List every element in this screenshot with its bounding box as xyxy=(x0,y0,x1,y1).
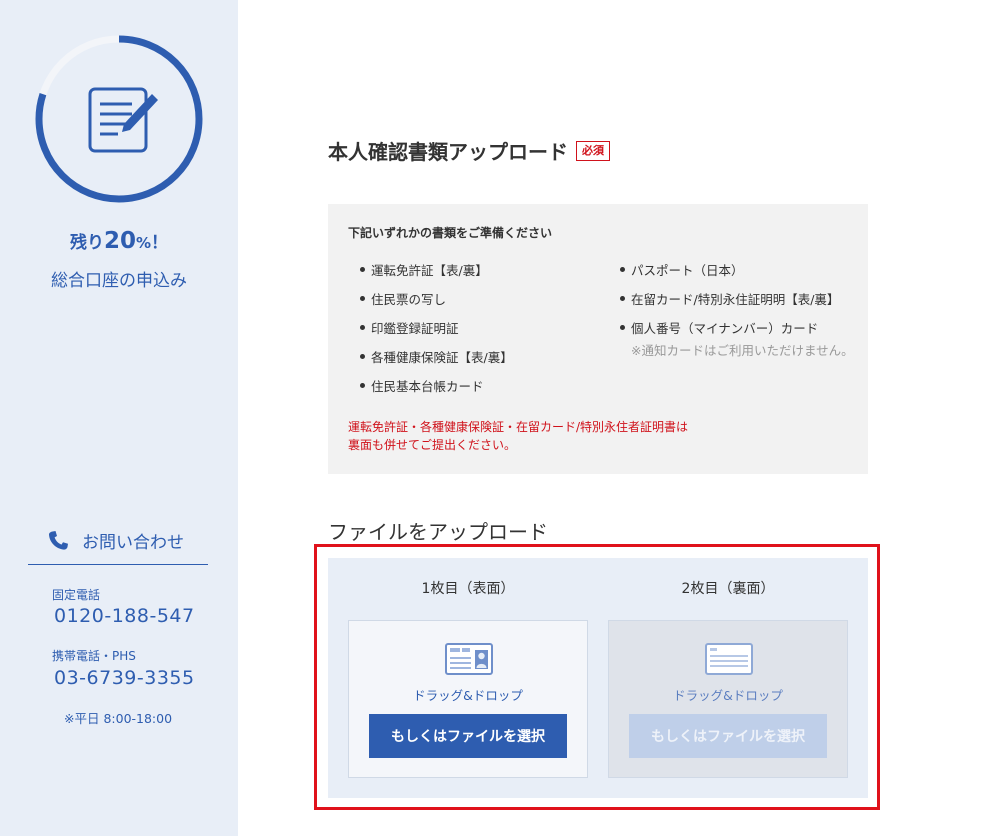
remain-value: 20 xyxy=(103,228,136,254)
mobile-label: 携帯電話・PHS xyxy=(52,649,136,663)
back-side-warning: 運転免許証・各種健康保険証・在留カード/特別永住者証明書は 裏面も併せてご提出く… xyxy=(348,418,688,454)
landline-number[interactable]: 0120-188-547 xyxy=(54,605,195,627)
list-item: パスポート（日本） xyxy=(618,260,854,289)
list-item: 各種健康保険証【表/裏】 xyxy=(358,347,513,376)
phone-icon xyxy=(48,530,68,550)
application-subtitle: 総合口座の申込み xyxy=(51,271,187,291)
list-item: 運転免許証【表/裏】 xyxy=(358,260,513,289)
front-side-label: 1枚目（表面） xyxy=(421,581,515,597)
remaining-progress: 残り20%！ xyxy=(0,228,238,254)
document-list-left: 運転免許証【表/裏】 住民票の写し 印鑑登録証明証 各種健康保険証【表/裏】 住… xyxy=(358,260,513,405)
warning-line-2: 裏面も併せてご提出ください。 xyxy=(348,438,517,452)
list-item-text: 個人番号（マイナンバー）カード xyxy=(631,321,819,336)
list-item: 個人番号（マイナンバー）カード ※通知カードはご利用いただけません。 xyxy=(618,318,854,358)
select-file-back-button[interactable]: もしくはファイルを選択 xyxy=(629,714,827,758)
id-card-front-icon xyxy=(445,643,493,675)
mynumber-note: ※通知カードはご利用いただけません。 xyxy=(631,343,854,358)
warning-line-1: 運転免許証・各種健康保険証・在留カード/特別永住者証明書は xyxy=(348,420,689,434)
remain-suffix: ！ xyxy=(151,233,169,253)
document-info-box: 下記いずれかの書類をご準備ください 運転免許証【表/裏】 住民票の写し 印鑑登録… xyxy=(328,204,868,474)
business-hours: ※平日 8:00-18:00 xyxy=(64,711,173,726)
sidebar: 残り20%！ 総合口座の申込み お問い合わせ 固定電話 0120-188-547… xyxy=(0,0,238,836)
contact-title: お問い合わせ xyxy=(82,533,184,553)
mobile-number[interactable]: 03-6739-3355 xyxy=(54,667,195,689)
upload-section-title: ファイルをアップロード xyxy=(328,520,548,544)
id-card-back-icon xyxy=(705,643,753,675)
remain-unit: % xyxy=(135,234,152,252)
back-dropzone[interactable]: ドラッグ&ドロップ もしくはファイルを選択 xyxy=(608,620,848,778)
document-edit-icon xyxy=(88,87,158,153)
list-item: 住民基本台帳カード xyxy=(358,376,513,405)
list-item: 在留カード/特別永住証明明【表/裏】 xyxy=(618,289,854,318)
list-item: 印鑑登録証明証 xyxy=(358,318,513,347)
landline-label: 固定電話 xyxy=(52,588,101,602)
info-heading: 下記いずれかの書類をご準備ください xyxy=(348,226,553,240)
drop-text: ドラッグ&ドロップ xyxy=(673,688,783,703)
contact-heading: お問い合わせ xyxy=(46,528,184,553)
back-side-label: 2枚目（裏面） xyxy=(681,581,775,597)
list-item: 住民票の写し xyxy=(358,289,513,318)
drop-text: ドラッグ&ドロップ xyxy=(413,688,523,703)
contact-divider xyxy=(28,564,208,565)
required-badge: 必須 xyxy=(576,140,610,161)
remain-prefix: 残り xyxy=(69,233,104,253)
select-file-front-button[interactable]: もしくはファイルを選択 xyxy=(369,714,567,758)
document-list-right: パスポート（日本） 在留カード/特別永住証明明【表/裏】 個人番号（マイナンバー… xyxy=(618,260,854,358)
front-dropzone[interactable]: ドラッグ&ドロップ もしくはファイルを選択 xyxy=(348,620,588,778)
page-title: 本人確認書類アップロード 必須 xyxy=(328,136,610,165)
page-title-text: 本人確認書類アップロード xyxy=(328,140,568,164)
